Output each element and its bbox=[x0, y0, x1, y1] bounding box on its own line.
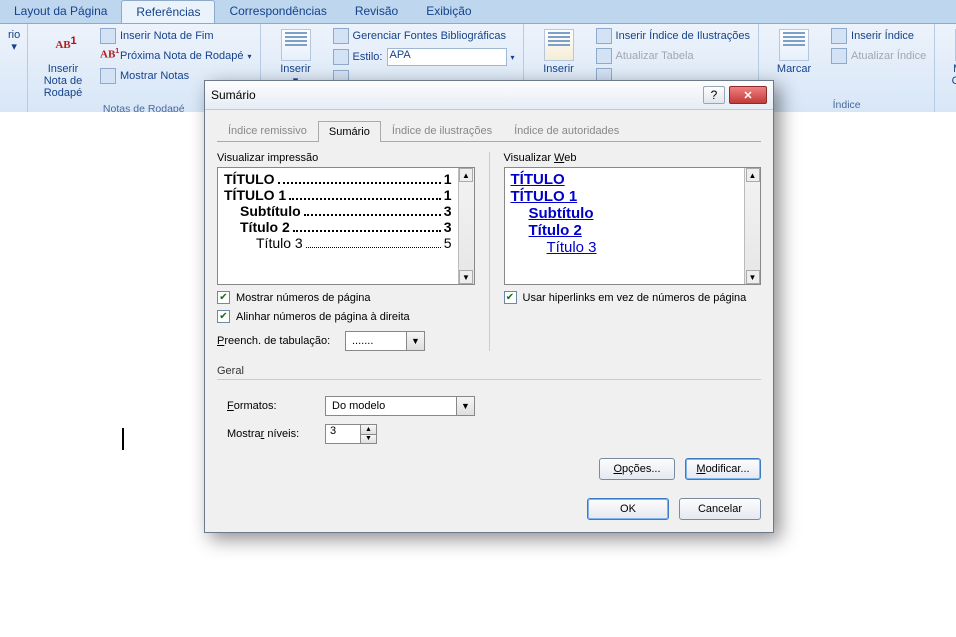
formatos-label: Formatos: bbox=[227, 400, 317, 412]
atualizar-tabela-button: Atualizar Tabela bbox=[594, 47, 753, 65]
ok-button[interactable]: OK bbox=[587, 498, 669, 520]
caption-icon bbox=[544, 29, 574, 61]
toc-print-row: Título 35 bbox=[224, 235, 452, 251]
tab-revisao[interactable]: Revisão bbox=[341, 0, 412, 23]
manage-sources-icon bbox=[333, 28, 349, 44]
toc-web-link[interactable]: TÍTULO 1 bbox=[511, 188, 739, 205]
chevron-down-icon[interactable]: ▼ bbox=[406, 332, 424, 350]
inserir-indice-button[interactable]: Inserir Índice bbox=[829, 27, 928, 45]
chk-show-page-numbers[interactable] bbox=[217, 291, 230, 304]
tab-indice-autoridades[interactable]: Índice de autoridades bbox=[503, 120, 630, 141]
toc-print-row: Subtítulo3 bbox=[224, 203, 452, 219]
chk-show-page-label: Mostrar números de página bbox=[236, 292, 371, 304]
next-footnote-icon: AB1 bbox=[100, 48, 116, 64]
marcar-entrada-button[interactable]: Marcar bbox=[765, 27, 823, 77]
preench-select[interactable]: ....... ▼ bbox=[345, 331, 425, 351]
print-preview-label: Visualizar impressão bbox=[217, 152, 475, 164]
print-preview: TÍTULO1TÍTULO 11Subtítulo3Título 23Títul… bbox=[217, 167, 475, 285]
modificar-button[interactable]: Modificar... bbox=[685, 458, 761, 480]
chevron-down-icon[interactable]: ▾ bbox=[511, 53, 515, 62]
preench-label: Preench. de tabulação: bbox=[217, 335, 337, 347]
inserir-nota-rodape-button[interactable]: AB1 Inserir Nota de Rodapé bbox=[34, 27, 92, 101]
spin-down-icon[interactable]: ▼ bbox=[361, 435, 376, 444]
print-preview-scrollbar[interactable]: ▲ ▼ bbox=[458, 168, 474, 284]
text-cursor bbox=[122, 428, 124, 450]
estilo-row: Estilo: APA ▾ bbox=[331, 47, 517, 67]
figures-index-icon bbox=[596, 28, 612, 44]
tab-sumario[interactable]: Sumário bbox=[318, 121, 381, 142]
web-preview-label: Visualizar Web bbox=[504, 152, 762, 164]
toc-print-row: Título 23 bbox=[224, 219, 452, 235]
scroll-up-icon[interactable]: ▲ bbox=[746, 168, 760, 182]
scroll-down-icon[interactable]: ▼ bbox=[459, 270, 473, 284]
tab-exibicao[interactable]: Exibição bbox=[412, 0, 485, 23]
toc-web-link[interactable]: TÍTULO bbox=[511, 171, 739, 188]
toc-web-link[interactable]: Título 3 bbox=[511, 239, 739, 256]
dialog-titlebar[interactable]: Sumário ? ✕ bbox=[205, 81, 773, 110]
endnote-icon bbox=[100, 28, 116, 44]
formatos-select[interactable]: Do modelo ▼ bbox=[325, 396, 475, 416]
mostrar-niveis-spinner[interactable]: 3 ▲▼ bbox=[325, 424, 377, 444]
update-index-icon bbox=[831, 48, 847, 64]
insert-citation-icon bbox=[281, 29, 311, 61]
sumario-dialog: Sumário ? ✕ Índice remissivo Sumário Índ… bbox=[204, 80, 774, 533]
help-button[interactable]: ? bbox=[703, 86, 725, 104]
group-label-indice: Índice bbox=[765, 97, 928, 111]
inserir-indice-ilustracoes-button[interactable]: Inserir Índice de Ilustrações bbox=[594, 27, 753, 45]
scroll-up-icon[interactable]: ▲ bbox=[459, 168, 473, 182]
style-icon bbox=[333, 49, 349, 65]
inserir-legenda-button[interactable]: Inserir bbox=[530, 27, 588, 77]
dialog-tabs: Índice remissivo Sumário Índice de ilust… bbox=[217, 120, 761, 142]
spin-up-icon[interactable]: ▲ bbox=[361, 425, 376, 435]
chk-align-right[interactable] bbox=[217, 310, 230, 323]
proxima-nota-button[interactable]: AB1Próxima Nota de Rodapé▾ bbox=[98, 47, 254, 65]
tab-referencias[interactable]: Referências bbox=[121, 0, 215, 23]
inserir-nota-fim-button[interactable]: Inserir Nota de Fim bbox=[98, 27, 254, 45]
cancelar-button[interactable]: Cancelar bbox=[679, 498, 761, 520]
ribbon-tabs: Layout da Página Referências Correspondê… bbox=[0, 0, 956, 24]
chk-use-hyperlinks[interactable] bbox=[504, 291, 517, 304]
toc-web-link[interactable]: Subtítulo bbox=[511, 205, 739, 222]
chevron-down-icon[interactable]: ▼ bbox=[456, 397, 474, 415]
marcar-citacao-button[interactable]: Marcar Citação bbox=[941, 27, 956, 89]
toc-web-link[interactable]: Título 2 bbox=[511, 222, 739, 239]
tab-indice-ilustracoes[interactable]: Índice de ilustrações bbox=[381, 120, 503, 141]
toc-print-row: TÍTULO1 bbox=[224, 171, 452, 187]
toc-print-row: TÍTULO 11 bbox=[224, 187, 452, 203]
update-table-icon bbox=[596, 48, 612, 64]
footnote-icon: AB1 bbox=[55, 39, 70, 51]
chk-use-hyperlinks-label: Usar hiperlinks em vez de números de pág… bbox=[523, 292, 747, 304]
sumario-split-button[interactable]: rio▾ bbox=[6, 27, 22, 55]
tab-correspondencias[interactable]: Correspondências bbox=[215, 0, 340, 23]
geral-label: Geral bbox=[217, 365, 761, 377]
insert-index-icon bbox=[831, 28, 847, 44]
tab-layout[interactable]: Layout da Página bbox=[0, 0, 121, 23]
show-notes-icon bbox=[100, 68, 116, 84]
web-preview-scrollbar[interactable]: ▲ ▼ bbox=[744, 168, 760, 284]
estilo-label: Estilo: bbox=[353, 51, 383, 63]
close-icon: ✕ bbox=[743, 89, 752, 102]
opcoes-button[interactable]: Opções... bbox=[599, 458, 675, 480]
gerenciar-fontes-button[interactable]: Gerenciar Fontes Bibliográficas bbox=[331, 27, 517, 45]
close-button[interactable]: ✕ bbox=[729, 86, 767, 104]
web-preview: TÍTULOTÍTULO 1SubtítuloTítulo 2Título 3 … bbox=[504, 167, 762, 285]
dialog-title: Sumário bbox=[211, 88, 256, 102]
atualizar-indice-button: Atualizar Índice bbox=[829, 47, 928, 65]
mostrar-niveis-label: Mostrar níveis: bbox=[227, 428, 317, 440]
scroll-down-icon[interactable]: ▼ bbox=[746, 270, 760, 284]
mark-entry-icon bbox=[779, 29, 809, 61]
chk-align-right-label: Alinhar números de página à direita bbox=[236, 311, 410, 323]
estilo-select[interactable]: APA bbox=[387, 48, 507, 66]
tab-indice-remissivo[interactable]: Índice remissivo bbox=[217, 120, 318, 141]
